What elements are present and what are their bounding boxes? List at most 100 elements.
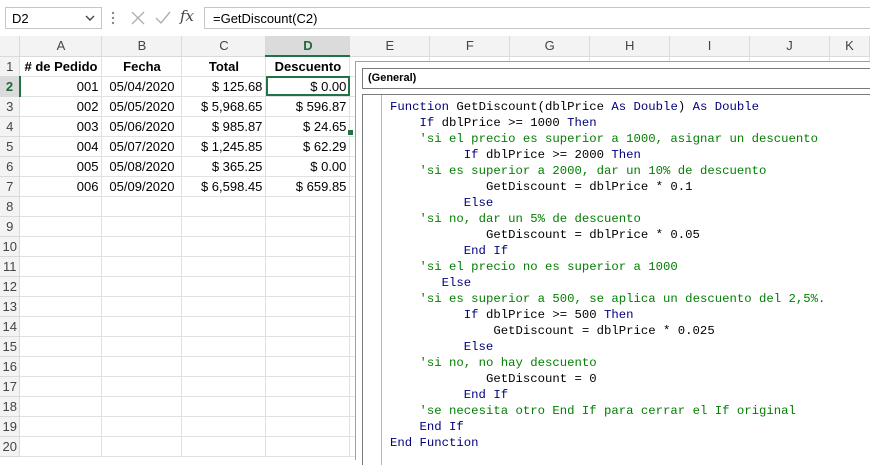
row-header-5[interactable]: 5 xyxy=(0,136,21,157)
cell-b7[interactable]: 05/09/2020 xyxy=(101,176,183,197)
cell-a13[interactable] xyxy=(19,296,103,317)
cell-a2[interactable]: 001 xyxy=(19,76,103,97)
cell-d12[interactable] xyxy=(265,276,351,297)
cell-c7[interactable]: $ 6,598.45 xyxy=(181,176,267,197)
code-line[interactable]: GetDiscount = 0 xyxy=(390,371,825,387)
cell-a17[interactable] xyxy=(19,376,103,397)
cell-a6[interactable]: 005 xyxy=(19,156,103,177)
cell-d19[interactable] xyxy=(265,416,351,437)
cell-c10[interactable] xyxy=(181,236,267,257)
cell-b1[interactable]: Fecha xyxy=(101,56,183,77)
column-header-k[interactable]: K xyxy=(829,36,870,57)
code-line[interactable]: 'si es superior a 2000, dar un 10% de de… xyxy=(390,163,825,179)
cell-b10[interactable] xyxy=(101,236,183,257)
code-line[interactable]: GetDiscount = dblPrice * 0.05 xyxy=(390,227,825,243)
code-line[interactable]: GetDiscount = dblPrice * 0.1 xyxy=(390,179,825,195)
code-line[interactable]: GetDiscount = dblPrice * 0.025 xyxy=(390,323,825,339)
code-line[interactable]: If dblPrice >= 500 Then xyxy=(390,307,825,323)
cell-b16[interactable] xyxy=(101,356,183,377)
cell-b5[interactable]: 05/07/2020 xyxy=(101,136,183,157)
cell-d3[interactable]: $ 596.87 xyxy=(265,96,351,117)
row-header-13[interactable]: 13 xyxy=(0,296,21,317)
row-header-14[interactable]: 14 xyxy=(0,316,21,337)
code-line[interactable]: Else xyxy=(390,195,825,211)
row-header-1[interactable]: 1 xyxy=(0,56,21,77)
cell-c5[interactable]: $ 1,245.85 xyxy=(181,136,267,157)
code-line[interactable]: 'si es superior a 500, se aplica un desc… xyxy=(390,291,826,307)
cell-d20[interactable] xyxy=(265,436,351,457)
cell-c18[interactable] xyxy=(181,396,267,417)
cell-a9[interactable] xyxy=(19,216,103,237)
code-line[interactable]: End If xyxy=(390,387,825,403)
code-line[interactable]: 'se necesita otro End If para cerrar el … xyxy=(390,403,825,419)
cell-b12[interactable] xyxy=(101,276,183,297)
cell-b3[interactable]: 05/05/2020 xyxy=(101,96,183,117)
cell-a14[interactable] xyxy=(19,316,103,337)
row-header-6[interactable]: 6 xyxy=(0,156,21,177)
cell-b2[interactable]: 05/04/2020 xyxy=(101,76,183,97)
cell-d1[interactable]: Descuento xyxy=(265,56,351,77)
code-line[interactable]: Else xyxy=(390,339,825,355)
cell-d15[interactable] xyxy=(265,336,351,357)
cell-c19[interactable] xyxy=(181,416,267,437)
cell-c13[interactable] xyxy=(181,296,267,317)
cell-c16[interactable] xyxy=(181,356,267,377)
name-box[interactable]: D2 xyxy=(5,7,102,29)
cell-a5[interactable]: 004 xyxy=(19,136,103,157)
cell-b13[interactable] xyxy=(101,296,183,317)
more-options-icon[interactable] xyxy=(111,9,115,32)
cell-c1[interactable]: Total xyxy=(181,56,267,77)
cell-c2[interactable]: $ 125.68 xyxy=(181,76,267,97)
code-line[interactable]: 'si no, no hay descuento xyxy=(390,355,825,371)
column-header-b[interactable]: B xyxy=(101,36,183,57)
row-header-17[interactable]: 17 xyxy=(0,376,21,397)
row-header-3[interactable]: 3 xyxy=(0,96,21,117)
checkmark-icon[interactable] xyxy=(154,9,172,32)
code-line[interactable]: End If xyxy=(390,419,825,435)
cell-a19[interactable] xyxy=(19,416,103,437)
code-line[interactable]: End If xyxy=(390,243,825,259)
cell-b11[interactable] xyxy=(101,256,183,277)
cell-b9[interactable] xyxy=(101,216,183,237)
column-header-a[interactable]: A xyxy=(19,36,103,57)
cell-a20[interactable] xyxy=(19,436,103,457)
cell-c14[interactable] xyxy=(181,316,267,337)
cell-d2[interactable]: $ 0.00 xyxy=(265,76,351,97)
code-line[interactable]: 'si el precio es superior a 1000, asigna… xyxy=(390,131,825,147)
cell-b4[interactable]: 05/06/2020 xyxy=(101,116,183,137)
cell-d11[interactable] xyxy=(265,256,351,277)
cell-d4[interactable]: $ 24.65 xyxy=(265,116,351,137)
code-line[interactable]: If dblPrice >= 1000 Then xyxy=(390,115,825,131)
column-header-d[interactable]: D xyxy=(265,36,351,57)
code-line[interactable]: Function GetDiscount(dblPrice As Double)… xyxy=(390,99,825,115)
column-header-e[interactable]: E xyxy=(349,36,431,57)
column-header-h[interactable]: H xyxy=(589,36,671,57)
row-header-7[interactable]: 7 xyxy=(0,176,21,197)
object-dropdown[interactable]: (General) xyxy=(362,68,870,89)
cell-a16[interactable] xyxy=(19,356,103,377)
cell-c6[interactable]: $ 365.25 xyxy=(181,156,267,177)
row-header-10[interactable]: 10 xyxy=(0,236,21,257)
cell-a4[interactable]: 003 xyxy=(19,116,103,137)
row-header-9[interactable]: 9 xyxy=(0,216,21,237)
cell-d10[interactable] xyxy=(265,236,351,257)
cell-c12[interactable] xyxy=(181,276,267,297)
cell-d13[interactable] xyxy=(265,296,351,317)
chevron-down-icon[interactable] xyxy=(83,9,97,32)
cell-a12[interactable] xyxy=(19,276,103,297)
cell-b6[interactable]: 05/08/2020 xyxy=(101,156,183,177)
row-header-4[interactable]: 4 xyxy=(0,116,21,137)
cell-b18[interactable] xyxy=(101,396,183,417)
cell-a18[interactable] xyxy=(19,396,103,417)
cell-b19[interactable] xyxy=(101,416,183,437)
code-line[interactable]: 'si el precio no es superior a 1000 xyxy=(390,259,825,275)
cell-d6[interactable]: $ 0.00 xyxy=(265,156,351,177)
code-editor[interactable]: Function GetDiscount(dblPrice As Double)… xyxy=(362,94,870,465)
fill-handle[interactable] xyxy=(347,129,354,136)
cell-b15[interactable] xyxy=(101,336,183,357)
cell-c9[interactable] xyxy=(181,216,267,237)
row-header-12[interactable]: 12 xyxy=(0,276,21,297)
row-header-11[interactable]: 11 xyxy=(0,256,21,277)
cell-c4[interactable]: $ 985.87 xyxy=(181,116,267,137)
cell-a15[interactable] xyxy=(19,336,103,357)
